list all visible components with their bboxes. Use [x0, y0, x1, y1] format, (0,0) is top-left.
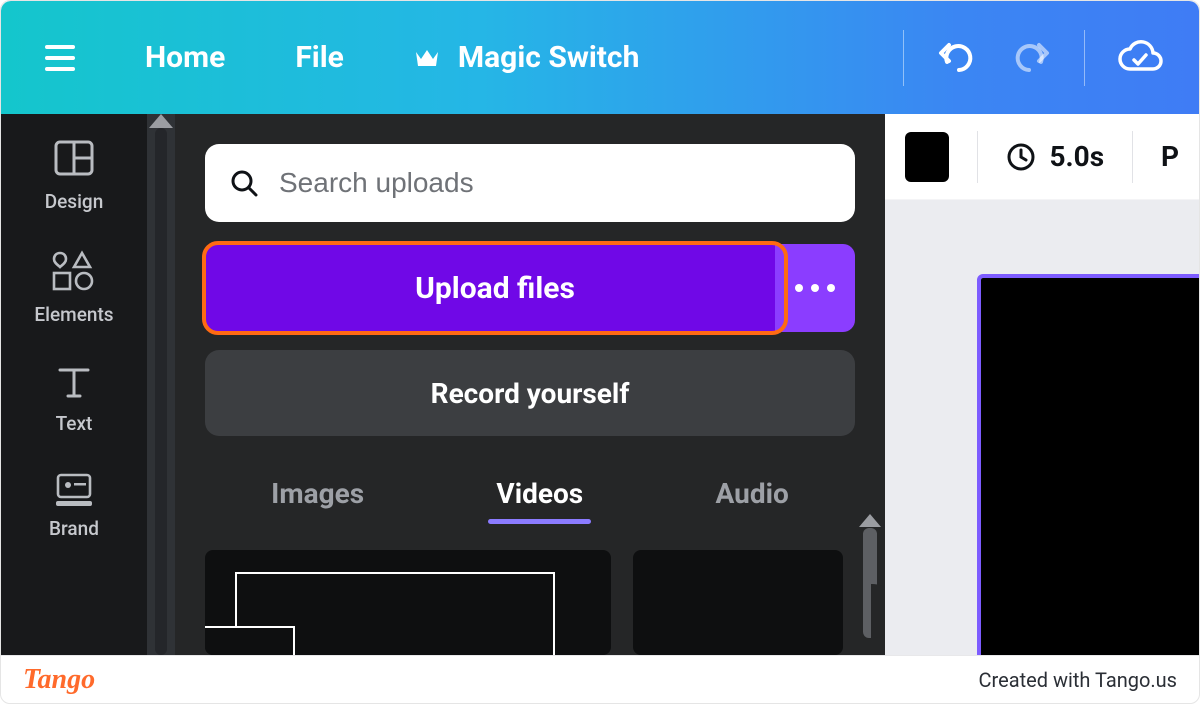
record-yourself-button[interactable]: Record yourself: [205, 350, 855, 436]
redo-icon: [1009, 40, 1051, 76]
upload-files-button[interactable]: Upload files: [205, 244, 785, 332]
rail-brand-label: Brand: [49, 517, 99, 540]
search-icon: [229, 168, 259, 198]
position-button[interactable]: P: [1161, 140, 1179, 173]
search-input[interactable]: [279, 167, 831, 199]
duration-value: 5.0s: [1049, 140, 1104, 173]
search-uploads[interactable]: [205, 144, 855, 222]
top-nav: Home File Magic Switch: [145, 40, 639, 75]
rail-elements-label: Elements: [34, 303, 113, 326]
nav-magic-label: Magic Switch: [458, 40, 640, 75]
top-bar: Home File Magic Switch: [1, 1, 1199, 114]
clock-icon: [1005, 141, 1037, 173]
duration-button[interactable]: 5.0s: [1005, 140, 1104, 173]
tango-logo: Tango: [23, 664, 95, 696]
text-icon: [54, 362, 94, 402]
shapes-icon: [50, 249, 98, 293]
more-icon: [795, 284, 835, 292]
rail-text[interactable]: Text: [54, 362, 94, 435]
uploads-tabs: Images Videos Audio: [205, 464, 855, 524]
nav-magic-switch[interactable]: Magic Switch: [414, 40, 640, 75]
redo-button[interactable]: [994, 22, 1066, 94]
uploads-grid: [205, 550, 855, 655]
color-swatch-button[interactable]: [905, 132, 949, 182]
rail-scrollbar[interactable]: [147, 114, 175, 655]
brand-icon: [52, 471, 96, 507]
tab-videos[interactable]: Videos: [496, 477, 583, 524]
cloud-check-icon: [1115, 39, 1163, 77]
undo-icon: [937, 40, 979, 76]
toolbar-divider: [1084, 30, 1085, 86]
menu-button[interactable]: [25, 23, 95, 93]
rail-brand[interactable]: Brand: [49, 471, 99, 540]
toolbar-divider: [903, 30, 904, 86]
templates-icon: [52, 136, 96, 180]
rail-design-label: Design: [45, 190, 104, 213]
toolbar-divider: [1132, 131, 1133, 183]
nav-file[interactable]: File: [295, 40, 344, 75]
crown-icon: [414, 47, 440, 69]
rail-text-label: Text: [56, 412, 93, 435]
rail-elements[interactable]: Elements: [34, 249, 113, 326]
nav-home[interactable]: Home: [145, 40, 225, 75]
canvas-area: 5.0s P: [885, 114, 1199, 655]
cloud-sync-button[interactable]: [1103, 22, 1175, 94]
canvas-stage[interactable]: [885, 200, 1199, 655]
side-rail: Design Elements Text: [1, 114, 147, 655]
selected-slide[interactable]: [981, 278, 1199, 655]
undo-button[interactable]: [922, 22, 994, 94]
tango-footer: Tango Created with Tango.us: [1, 655, 1199, 703]
hamburger-icon: [45, 45, 75, 71]
canvas-toolbar: 5.0s P: [885, 114, 1199, 200]
toolbar-divider: [977, 131, 978, 183]
tab-audio[interactable]: Audio: [716, 477, 789, 524]
upload-more-options-button[interactable]: [775, 244, 855, 332]
tango-credit: Created with Tango.us: [978, 668, 1177, 692]
rail-design[interactable]: Design: [45, 136, 104, 213]
upload-thumbnail[interactable]: [205, 550, 611, 655]
tab-images[interactable]: Images: [271, 477, 364, 524]
upload-thumbnail[interactable]: [633, 550, 843, 655]
uploads-panel: Upload files Record yourself Images Vide…: [175, 114, 885, 655]
